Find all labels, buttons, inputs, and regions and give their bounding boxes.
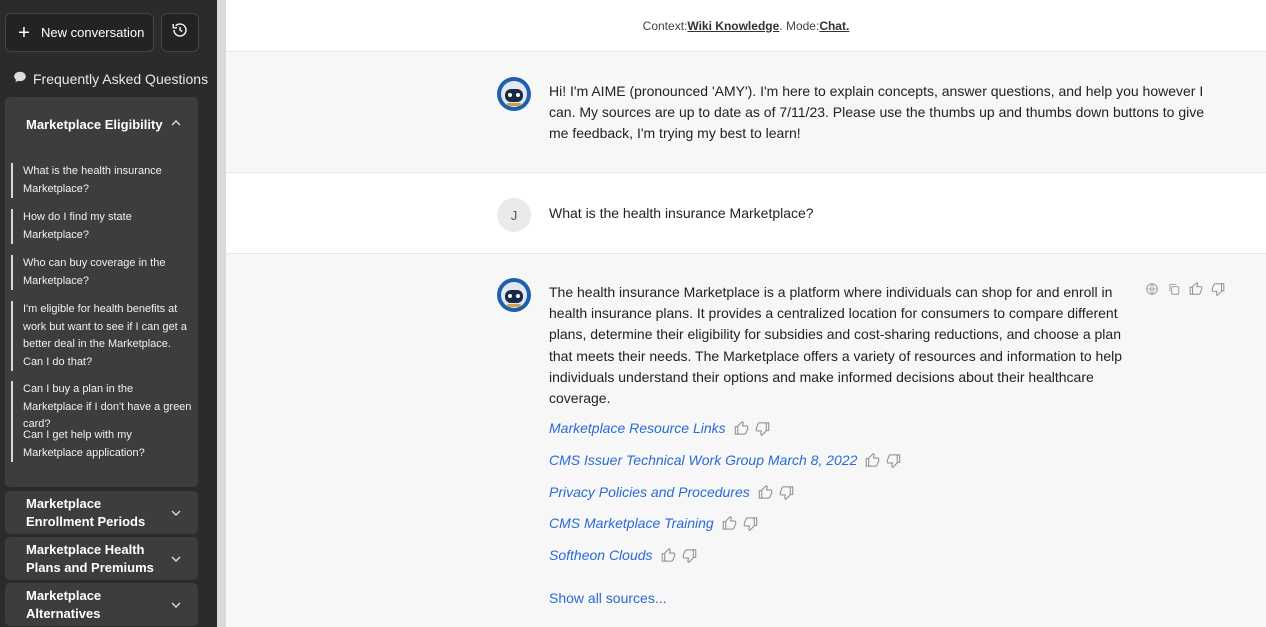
- message-actions: [1145, 282, 1225, 296]
- bot-message: The health insurance Marketplace is a pl…: [226, 254, 1266, 627]
- copy-icon[interactable]: [1167, 282, 1181, 296]
- mode-prefix: . Mode:: [779, 18, 820, 33]
- source-link[interactable]: CMS Issuer Technical Work Group March 8,…: [549, 452, 857, 468]
- bot-message: Hi! I'm AIME (pronounced 'AMY'). I'm her…: [226, 52, 1266, 173]
- chat-bubble-icon: [13, 70, 27, 87]
- context-link[interactable]: Wiki Knowledge: [687, 19, 779, 33]
- sidebar: + New conversation Frequently Asked Ques…: [0, 0, 217, 627]
- chevron-down-icon: [168, 551, 184, 572]
- plus-icon: +: [18, 21, 30, 44]
- user-message: J What is the health insurance Marketpla…: [226, 173, 1266, 254]
- faq-question[interactable]: What is the health insurance Marketplace…: [11, 163, 193, 198]
- faq-question[interactable]: Can I buy a plan in the Marketplace if I…: [11, 381, 193, 434]
- history-icon: [171, 21, 189, 44]
- bot-message-text: Hi! I'm AIME (pronounced 'AMY'). I'm her…: [549, 83, 1205, 142]
- thumbs-up-icon[interactable]: [758, 485, 773, 500]
- bot-answer-text: The health insurance Marketplace is a pl…: [549, 284, 1123, 407]
- new-conversation-label: New conversation: [41, 25, 145, 40]
- faq-question[interactable]: Can I get help with my Marketplace appli…: [11, 427, 193, 462]
- faq-question[interactable]: How do I find my state Marketplace?: [11, 209, 193, 244]
- source-item: CMS Issuer Technical Work Group March 8,…: [549, 452, 907, 468]
- source-item: CMS Marketplace Training: [549, 515, 764, 531]
- bot-avatar: [497, 278, 531, 312]
- thumbs-down-icon[interactable]: [743, 516, 758, 531]
- faq-section-health-plans[interactable]: Marketplace Health Plans and Premiums: [5, 537, 198, 580]
- faq-section-title: Marketplace Health Plans and Premiums: [26, 542, 154, 575]
- new-conversation-button[interactable]: + New conversation: [5, 13, 154, 52]
- source-link[interactable]: Marketplace Resource Links: [549, 420, 726, 436]
- thumbs-up-icon[interactable]: [1189, 282, 1203, 296]
- faq-section-title[interactable]: Marketplace Eligibility: [26, 117, 163, 132]
- chevron-down-icon: [168, 597, 184, 618]
- globe-icon[interactable]: [1145, 282, 1159, 296]
- mode-link[interactable]: Chat.: [819, 19, 849, 33]
- source-item: Marketplace Resource Links: [549, 420, 776, 436]
- source-item: Privacy Policies and Procedures: [549, 484, 800, 500]
- faq-section-title: Marketplace Enrollment Periods: [26, 496, 146, 529]
- history-button[interactable]: [161, 13, 199, 52]
- faq-section-enrollment-periods[interactable]: Marketplace Enrollment Periods: [5, 491, 198, 534]
- faq-question[interactable]: I'm eligible for health benefits at work…: [11, 301, 193, 371]
- thumbs-down-icon[interactable]: [755, 421, 770, 436]
- chat-main: Context: Wiki Knowledge . Mode: Chat. Hi…: [226, 0, 1266, 627]
- thumbs-down-icon[interactable]: [682, 548, 697, 563]
- show-all-sources-link[interactable]: Show all sources...: [549, 590, 667, 606]
- context-bar: Context: Wiki Knowledge . Mode: Chat.: [226, 0, 1266, 52]
- faq-question[interactable]: Who can buy coverage in the Marketplace?: [11, 255, 193, 290]
- faq-section-title: Marketplace Alternatives: [26, 588, 102, 621]
- source-link[interactable]: Privacy Policies and Procedures: [549, 484, 750, 500]
- faq-heading: Frequently Asked Questions: [13, 70, 208, 87]
- bot-avatar: [497, 77, 531, 111]
- user-avatar: J: [497, 198, 531, 232]
- thumbs-down-icon[interactable]: [1211, 282, 1225, 296]
- faq-section-marketplace-eligibility: Marketplace Eligibility What is the heal…: [5, 97, 198, 487]
- thumbs-up-icon[interactable]: [734, 421, 749, 436]
- chevron-up-icon[interactable]: [168, 115, 184, 136]
- faq-section-alternatives[interactable]: Marketplace Alternatives: [5, 583, 198, 626]
- faq-heading-label: Frequently Asked Questions: [33, 70, 209, 87]
- thumbs-up-icon[interactable]: [865, 453, 880, 468]
- thumbs-down-icon[interactable]: [886, 453, 901, 468]
- user-message-text: What is the health insurance Marketplace…: [549, 205, 814, 221]
- thumbs-down-icon[interactable]: [779, 485, 794, 500]
- context-prefix: Context:: [642, 18, 688, 33]
- sidebar-divider[interactable]: [217, 0, 226, 627]
- source-link[interactable]: Softheon Clouds: [549, 547, 653, 563]
- source-link[interactable]: CMS Marketplace Training: [549, 515, 714, 531]
- chevron-down-icon: [168, 505, 184, 526]
- source-item: Softheon Clouds: [549, 547, 703, 563]
- thumbs-up-icon[interactable]: [661, 548, 676, 563]
- thumbs-up-icon[interactable]: [722, 516, 737, 531]
